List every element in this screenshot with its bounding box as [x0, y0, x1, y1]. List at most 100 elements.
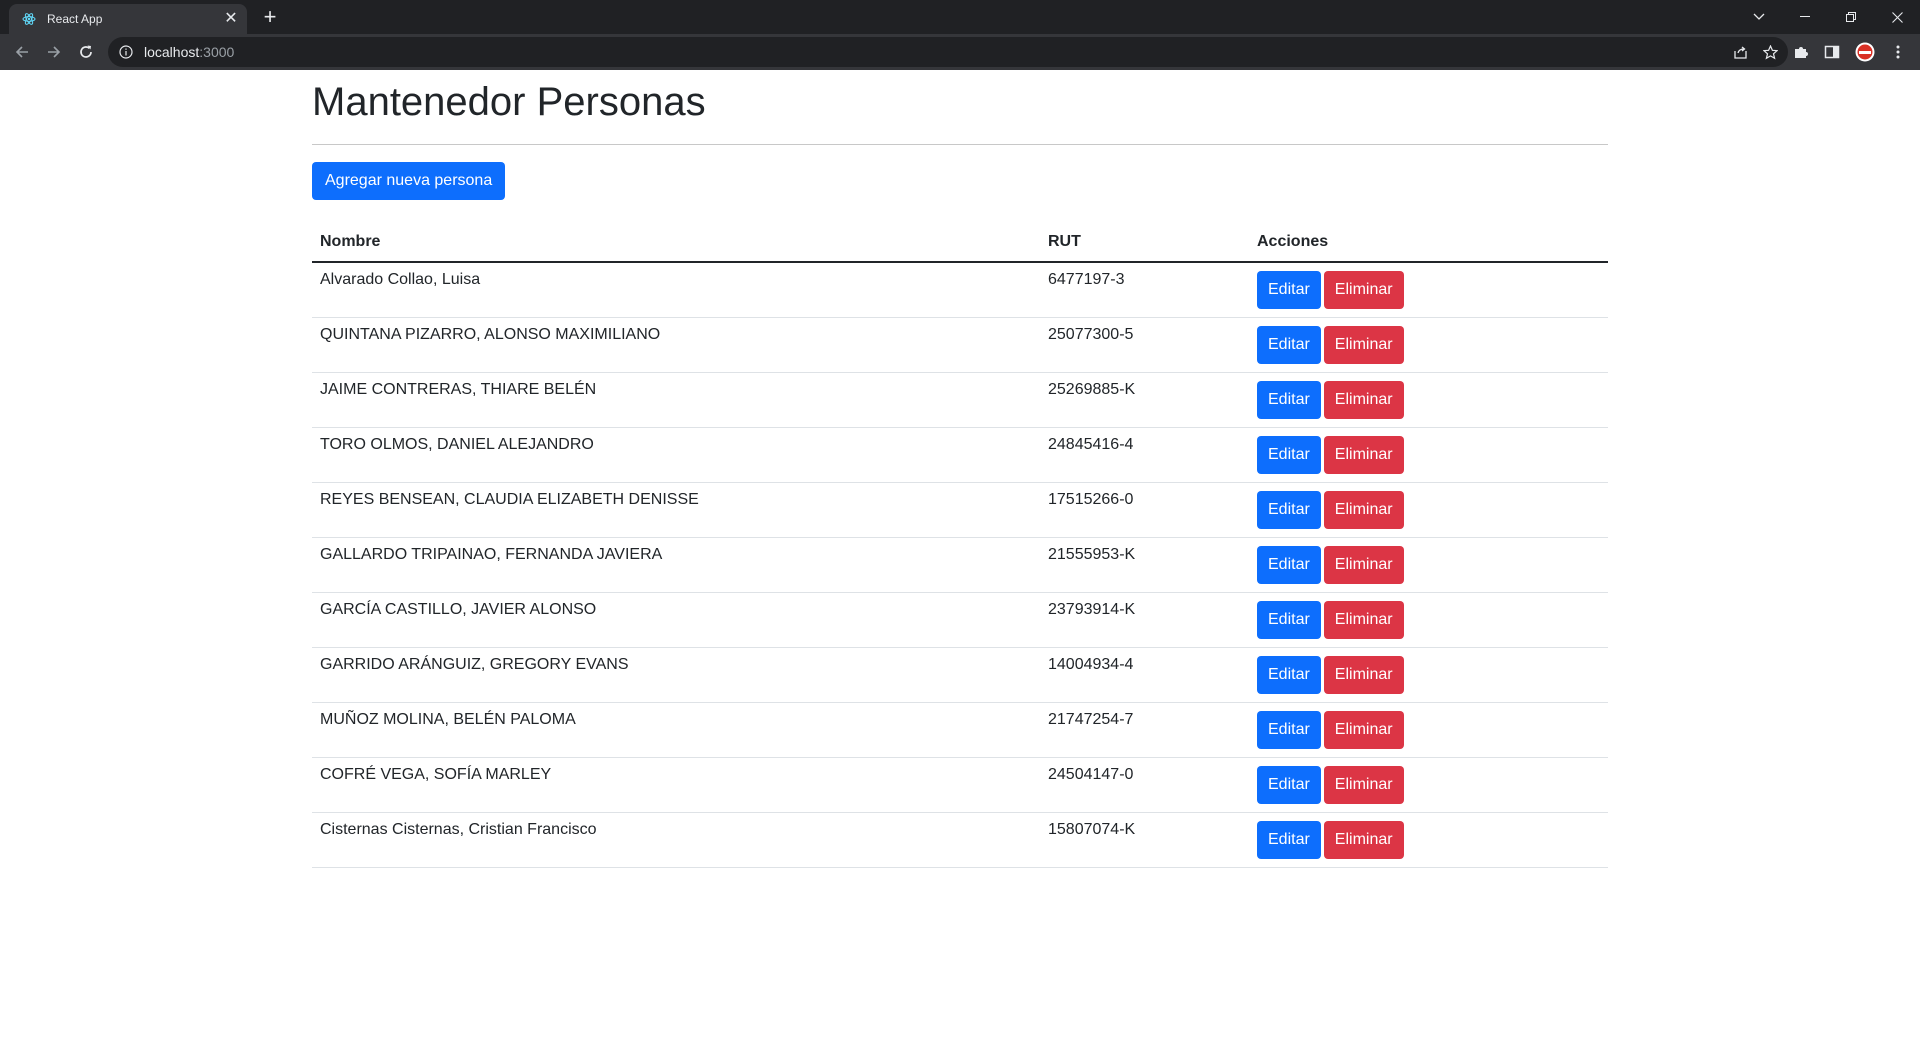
browser-toolbar: localhost:3000 — [0, 34, 1920, 70]
address-bar[interactable]: localhost:3000 — [108, 37, 1788, 67]
delete-button[interactable]: Eliminar — [1323, 271, 1404, 309]
edit-button[interactable]: Editar — [1257, 711, 1321, 749]
cell-acciones: Editar Eliminar — [1249, 482, 1608, 538]
edit-button[interactable]: Editar — [1257, 766, 1321, 804]
bookmark-star-icon[interactable] — [1762, 44, 1778, 60]
close-window-icon[interactable] — [1874, 0, 1920, 34]
table-row: Alvarado Collao, Luisa 6477197-3 Editar Eli… — [312, 262, 1608, 318]
delete-button[interactable]: Eliminar — [1323, 546, 1404, 584]
cell-acciones: Editar Eliminar — [1249, 592, 1608, 648]
table-row: QUINTANA PIZARRO, ALONSO MAXIMILIANO 2507… — [312, 317, 1608, 373]
edit-button[interactable]: Editar — [1257, 546, 1321, 584]
persons-table: Nombre RUT Acciones Alvarado Collao, Lui… — [312, 225, 1608, 868]
minimize-icon[interactable] — [1782, 0, 1828, 34]
forward-arrow-icon[interactable] — [40, 38, 68, 66]
table-row: JAIME CONTRERAS, THIARE BELÉN 25269885-K E… — [312, 372, 1608, 428]
column-header-nombre: Nombre — [312, 225, 1040, 263]
cell-acciones: Editar Eliminar — [1249, 702, 1608, 758]
cell-rut: 14004934-4 — [1040, 647, 1249, 703]
cell-rut: 6477197-3 — [1040, 262, 1249, 318]
delete-button[interactable]: Eliminar — [1323, 821, 1404, 859]
cell-acciones: Editar Eliminar — [1249, 537, 1608, 593]
edit-button[interactable]: Editar — [1257, 821, 1321, 859]
title-divider — [312, 144, 1608, 145]
url-text: localhost:3000 — [144, 44, 234, 60]
column-header-acciones: Acciones — [1249, 225, 1608, 263]
more-menu-icon[interactable] — [1888, 42, 1908, 62]
url-port: :3000 — [199, 44, 235, 60]
edit-button[interactable]: Editar — [1257, 436, 1321, 474]
cell-rut: 17515266-0 — [1040, 482, 1249, 538]
cell-rut: 25077300-5 — [1040, 317, 1249, 373]
cell-rut: 25269885-K — [1040, 372, 1249, 428]
cell-nombre: JAIME CONTRERAS, THIARE BELÉN — [312, 372, 1040, 428]
tab-title: React App — [47, 12, 103, 26]
edit-button[interactable]: Editar — [1257, 601, 1321, 639]
cell-nombre: TORO OLMOS, DANIEL ALEJANDRO — [312, 427, 1040, 483]
delete-button[interactable]: Eliminar — [1323, 381, 1404, 419]
cell-nombre: COFRÉ VEGA, SOFÍA MARLEY — [312, 757, 1040, 813]
delete-button[interactable]: Eliminar — [1323, 711, 1404, 749]
side-panel-icon[interactable] — [1822, 42, 1842, 62]
delete-button[interactable]: Eliminar — [1323, 436, 1404, 474]
main-container: Mantenedor Personas Agregar nueva person… — [312, 70, 1608, 868]
cell-acciones: Editar Eliminar — [1249, 372, 1608, 428]
cell-acciones: Editar Eliminar — [1249, 262, 1608, 318]
table-row: MUÑOZ MOLINA, BELÉN PALOMA 21747254-7 Edit… — [312, 702, 1608, 758]
delete-button[interactable]: Eliminar — [1323, 326, 1404, 364]
cell-rut: 24845416-4 — [1040, 427, 1249, 483]
edit-button[interactable]: Editar — [1257, 656, 1321, 694]
cell-acciones: Editar Eliminar — [1249, 427, 1608, 483]
table-row: REYES BENSEAN, CLAUDIA ELIZABETH DENISSE… — [312, 482, 1608, 538]
edit-button[interactable]: Editar — [1257, 271, 1321, 309]
delete-button[interactable]: Eliminar — [1323, 491, 1404, 529]
cell-rut: 21555953-K — [1040, 537, 1249, 593]
cell-nombre: GARCÍA CASTILLO, JAVIER ALONSO — [312, 592, 1040, 648]
cell-nombre: Alvarado Collao, Luisa — [312, 262, 1040, 318]
delete-button[interactable]: Eliminar — [1323, 766, 1404, 804]
delete-button[interactable]: Eliminar — [1323, 656, 1404, 694]
new-tab-icon[interactable]: + — [258, 6, 282, 30]
delete-button[interactable]: Eliminar — [1323, 601, 1404, 639]
chevron-down-icon[interactable] — [1736, 0, 1782, 34]
reload-icon[interactable] — [72, 38, 100, 66]
page-title: Mantenedor Personas — [312, 80, 706, 124]
cell-rut: 23793914-K — [1040, 592, 1249, 648]
edit-button[interactable]: Editar — [1257, 326, 1321, 364]
share-icon[interactable] — [1732, 44, 1748, 60]
table-row: Cisternas Cisternas, Cristian Francisco 1… — [312, 812, 1608, 868]
table-body: Alvarado Collao, Luisa 6477197-3 Editar Eli… — [312, 262, 1608, 868]
cell-nombre: MUÑOZ MOLINA, BELÉN PALOMA — [312, 702, 1040, 758]
edit-button[interactable]: Editar — [1257, 491, 1321, 529]
profile-avatar-icon[interactable] — [1855, 42, 1875, 62]
table-row: GARCÍA CASTILLO, JAVIER ALONSO 23793914-K… — [312, 592, 1608, 648]
cell-rut: 24504147-0 — [1040, 757, 1249, 813]
site-info-icon[interactable] — [118, 44, 134, 60]
url-host: localhost — [144, 44, 200, 60]
table-header-row: Nombre RUT Acciones — [312, 225, 1608, 263]
react-logo-icon — [21, 11, 37, 27]
cell-acciones: Editar Eliminar — [1249, 317, 1608, 373]
cell-nombre: REYES BENSEAN, CLAUDIA ELIZABETH DENISSE — [312, 482, 1040, 538]
cell-nombre: QUINTANA PIZARRO, ALONSO MAXIMILIANO — [312, 317, 1040, 373]
table-row: COFRÉ VEGA, SOFÍA MARLEY 24504147-0 Editar… — [312, 757, 1608, 813]
table-row: GALLARDO TRIPAINAO, FERNANDA JAVIERA 2155… — [312, 537, 1608, 593]
column-header-rut: RUT — [1040, 225, 1249, 263]
cell-nombre: Cisternas Cisternas, Cristian Francisco — [312, 812, 1040, 868]
cell-nombre: GARRIDO ARÁNGUIZ, GREGORY EVANS — [312, 647, 1040, 703]
close-tab-icon[interactable]: ✕ — [221, 9, 241, 29]
browser-tabstrip: React App ✕ + — [0, 0, 1920, 34]
browser-tab[interactable]: React App ✕ — [9, 4, 247, 34]
back-arrow-icon[interactable] — [8, 38, 36, 66]
cell-acciones: Editar Eliminar — [1249, 757, 1608, 813]
add-person-button[interactable]: Agregar nueva persona — [312, 162, 506, 200]
table-row: GARRIDO ARÁNGUIZ, GREGORY EVANS 14004934-… — [312, 647, 1608, 703]
cell-rut: 21747254-7 — [1040, 702, 1249, 758]
restore-icon[interactable] — [1828, 0, 1874, 34]
cell-acciones: Editar Eliminar — [1249, 812, 1608, 868]
cell-nombre: GALLARDO TRIPAINAO, FERNANDA JAVIERA — [312, 537, 1040, 593]
table-row: TORO OLMOS, DANIEL ALEJANDRO 24845416-4 Ed… — [312, 427, 1608, 483]
edit-button[interactable]: Editar — [1257, 381, 1321, 419]
extensions-puzzle-icon[interactable] — [1791, 42, 1811, 62]
cell-rut: 15807074-K — [1040, 812, 1249, 868]
